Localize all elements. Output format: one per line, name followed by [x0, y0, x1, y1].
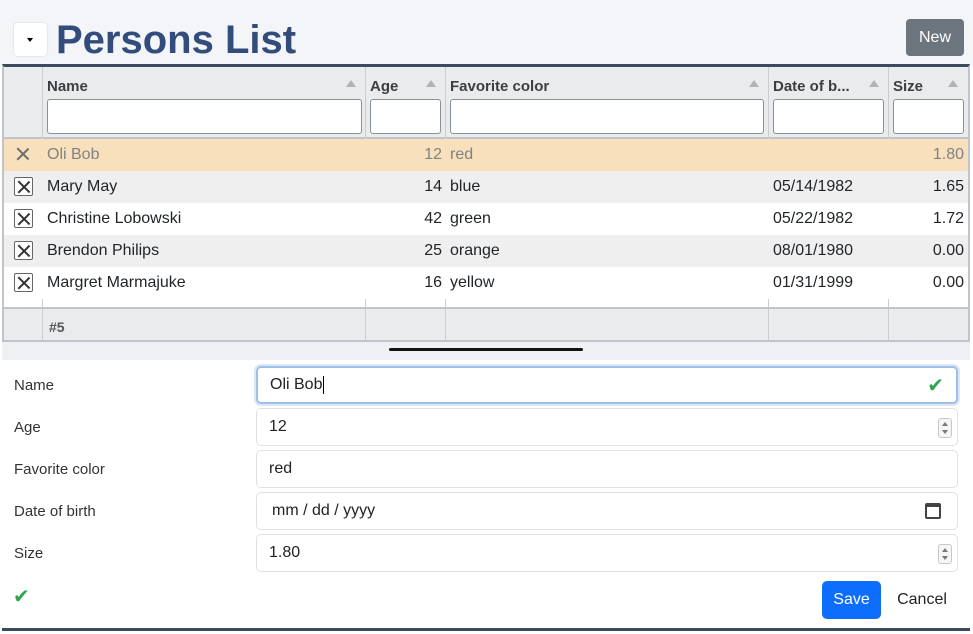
- cell-dob: 05/22/1982: [773, 210, 854, 227]
- resize-handle[interactable]: [389, 348, 583, 351]
- cell-age: 12: [424, 146, 442, 163]
- cancel-button[interactable]: Cancel: [886, 581, 958, 619]
- grid-footer-row: #5: [4, 307, 968, 340]
- column-header-favorite-color[interactable]: Favorite color: [450, 78, 549, 95]
- persons-grid: Name Age Favorite color Date of b... Siz…: [2, 64, 970, 342]
- cell-color: green: [450, 210, 491, 227]
- filter-size-input[interactable]: [893, 99, 964, 134]
- cell-size: 1.80: [932, 146, 964, 163]
- menu-dropdown-button[interactable]: [14, 23, 47, 56]
- text-cursor: [323, 375, 325, 394]
- caret-down-icon: [27, 38, 33, 42]
- cell-name: Mary May: [47, 178, 118, 195]
- cell-name: Brendon Philips: [47, 242, 160, 259]
- close-icon[interactable]: [14, 241, 33, 260]
- sort-icon[interactable]: [948, 80, 958, 87]
- sort-icon[interactable]: [346, 80, 356, 87]
- row-count: #5: [49, 319, 65, 335]
- cell-name: Oli Bob: [47, 146, 100, 163]
- column-header-age[interactable]: Age: [370, 78, 398, 95]
- filter-age-input[interactable]: [370, 99, 441, 134]
- name-field[interactable]: Oli Bob ✔: [256, 366, 958, 404]
- cell-dob: 01/31/1999: [773, 274, 854, 291]
- cell-color: orange: [450, 242, 500, 259]
- color-label: Favorite color: [14, 461, 105, 478]
- cell-color: red: [450, 146, 474, 163]
- color-field[interactable]: red: [256, 450, 958, 488]
- filter-name-input[interactable]: [47, 99, 362, 134]
- spinner-icon[interactable]: [938, 418, 952, 438]
- filter-dob-input[interactable]: [773, 99, 884, 134]
- age-field[interactable]: 12: [256, 408, 958, 446]
- checkmark-icon: ✔: [13, 586, 30, 608]
- page-title: Persons List: [56, 18, 297, 62]
- name-label: Name: [14, 377, 55, 394]
- cell-age: 14: [424, 178, 442, 195]
- name-field-value: Oli Bob: [270, 376, 323, 393]
- column-header-name[interactable]: Name: [47, 78, 88, 95]
- cell-color: blue: [450, 178, 481, 195]
- page-header: Persons List New: [0, 0, 973, 66]
- color-field-value: red: [269, 460, 293, 477]
- cell-color: yellow: [450, 274, 495, 291]
- cell-name: Margret Marmajuke: [47, 274, 186, 291]
- column-header-date-of-birth[interactable]: Date of b...: [773, 78, 861, 95]
- grid-header-row: Name Age Favorite color Date of b... Siz…: [4, 67, 968, 307]
- close-icon[interactable]: [14, 145, 33, 164]
- cell-age: 25: [424, 242, 442, 259]
- calendar-icon[interactable]: [925, 503, 941, 519]
- close-icon[interactable]: [14, 177, 33, 196]
- age-field-value: 12: [269, 418, 287, 435]
- cell-size: 1.72: [932, 210, 964, 227]
- dob-label: Date of birth: [14, 503, 96, 520]
- column-header-size[interactable]: Size: [893, 78, 923, 95]
- dob-field[interactable]: mm / dd / yyyy: [256, 492, 958, 530]
- cell-size: 1.65: [932, 178, 964, 195]
- size-label: Size: [14, 545, 44, 562]
- cell-age: 16: [424, 274, 442, 291]
- filter-color-input[interactable]: [450, 99, 764, 134]
- cell-name: Christine Lobowski: [47, 210, 182, 227]
- cell-size: 0.00: [932, 242, 964, 259]
- table-row[interactable]: Oli Bob 12 red 1.80: [4, 139, 968, 171]
- close-icon[interactable]: [14, 209, 33, 228]
- cell-dob: [773, 139, 885, 171]
- bottom-border: [2, 628, 970, 631]
- cell-age: 42: [424, 210, 442, 227]
- save-button[interactable]: Save: [822, 581, 881, 619]
- checkmark-icon: ✔: [927, 375, 944, 397]
- spinner-icon[interactable]: [938, 544, 952, 564]
- sort-icon[interactable]: [426, 80, 436, 87]
- dob-field-placeholder: mm / dd / yyyy: [272, 502, 376, 519]
- cell-dob: 08/01/1980: [773, 242, 854, 259]
- age-label: Age: [14, 419, 41, 436]
- table-row[interactable]: Brendon Philips 25 orange 08/01/1980 0.0…: [4, 235, 968, 267]
- splitter[interactable]: [2, 342, 970, 360]
- size-field-value: 1.80: [269, 544, 301, 561]
- cell-size: 0.00: [932, 274, 964, 291]
- sort-icon[interactable]: [869, 80, 879, 87]
- table-row[interactable]: Mary May 14 blue 05/14/1982 1.65: [4, 171, 968, 203]
- cell-dob: 05/14/1982: [773, 178, 854, 195]
- close-icon[interactable]: [14, 273, 33, 292]
- sort-icon[interactable]: [749, 80, 759, 87]
- table-row[interactable]: Margret Marmajuke 16 yellow 01/31/1999 0…: [4, 267, 968, 299]
- table-row[interactable]: Christine Lobowski 42 green 05/22/1982 1…: [4, 203, 968, 235]
- new-button[interactable]: New: [906, 19, 964, 56]
- size-field[interactable]: 1.80: [256, 534, 958, 572]
